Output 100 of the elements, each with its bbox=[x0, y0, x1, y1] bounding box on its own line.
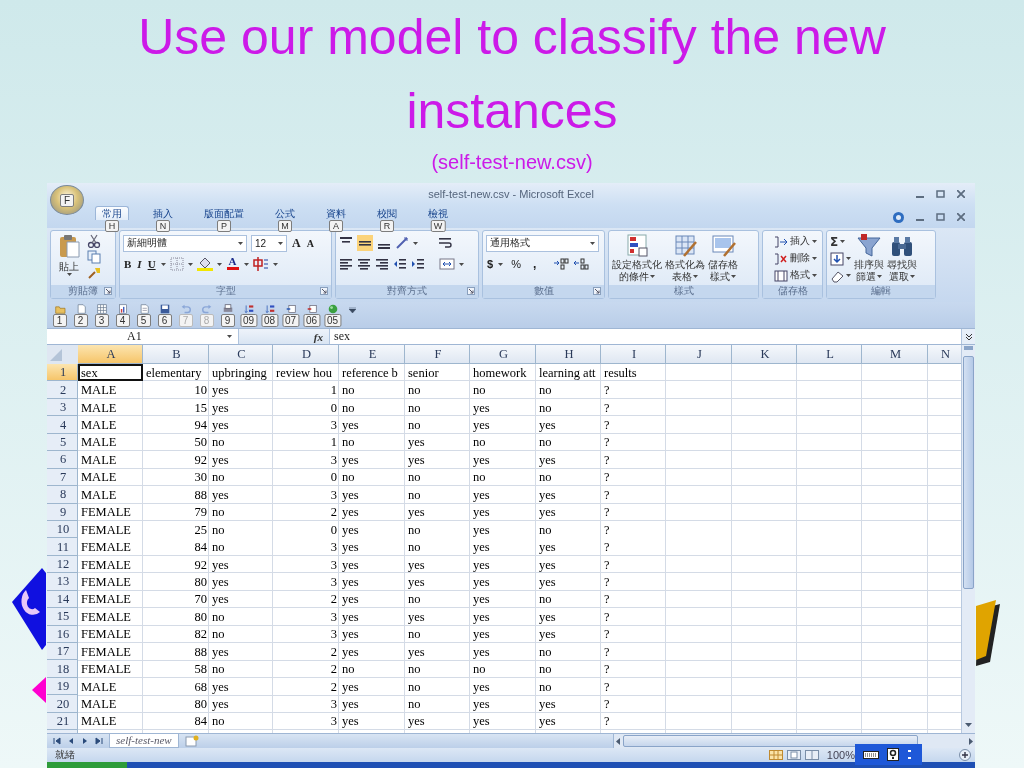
column-header[interactable]: I bbox=[601, 345, 666, 364]
merge-cells-icon[interactable] bbox=[439, 257, 455, 271]
sheet-prev-icon[interactable] bbox=[67, 737, 75, 745]
caret-icon[interactable] bbox=[227, 335, 232, 338]
increase-decimal-icon[interactable] bbox=[553, 258, 570, 270]
scissors-icon[interactable] bbox=[87, 234, 101, 248]
decrease-decimal-icon[interactable] bbox=[573, 258, 590, 270]
column-header[interactable]: M bbox=[862, 345, 928, 364]
zoom-in-icon[interactable] bbox=[959, 749, 971, 761]
caret-icon[interactable] bbox=[187, 262, 193, 266]
column-header[interactable]: C bbox=[209, 345, 273, 364]
currency-button[interactable]: $ bbox=[486, 255, 495, 273]
column-header[interactable]: L bbox=[797, 345, 862, 364]
sheet-next-icon[interactable] bbox=[81, 737, 89, 745]
input-method-toolbar[interactable] bbox=[855, 744, 922, 765]
decrease-indent-icon[interactable] bbox=[393, 257, 407, 271]
row-header[interactable]: 15 bbox=[47, 608, 78, 626]
column-header[interactable]: N bbox=[928, 345, 961, 364]
caret-icon[interactable] bbox=[413, 241, 418, 245]
horizontal-scrollbar[interactable] bbox=[613, 734, 975, 748]
scroll-left-icon[interactable] bbox=[616, 737, 620, 745]
styles-button[interactable]: 儲存格 樣式 bbox=[708, 234, 738, 285]
insert-function-button[interactable]: fx bbox=[313, 330, 323, 343]
restore-icon[interactable] bbox=[936, 213, 945, 221]
row-header[interactable]: 8 bbox=[47, 486, 78, 504]
wrap-text-icon[interactable] bbox=[438, 236, 452, 250]
expand-icon[interactable] bbox=[964, 332, 973, 341]
caret-icon[interactable] bbox=[590, 241, 595, 245]
page-break-icon[interactable] bbox=[804, 750, 819, 760]
font-name-field[interactable]: 新細明體 bbox=[123, 234, 247, 252]
sheet-tab[interactable]: self-test-new bbox=[109, 734, 179, 748]
row-header[interactable]: 6 bbox=[47, 451, 78, 469]
grow-font-button[interactable]: A bbox=[291, 234, 302, 252]
caret-icon[interactable] bbox=[812, 274, 817, 277]
caret-icon[interactable] bbox=[812, 257, 817, 260]
page-layout-icon[interactable] bbox=[786, 750, 801, 760]
close-icon[interactable] bbox=[957, 190, 965, 198]
caret-icon[interactable] bbox=[650, 275, 655, 278]
shrink-font-button[interactable]: A bbox=[305, 234, 315, 252]
caret-icon[interactable] bbox=[877, 275, 882, 278]
help-icon[interactable] bbox=[887, 748, 899, 761]
sum-button[interactable]: Σ bbox=[830, 234, 851, 249]
insert-row-icon[interactable] bbox=[284, 304, 297, 314]
column-header[interactable]: H bbox=[536, 345, 601, 364]
clipboard-icon[interactable] bbox=[58, 234, 80, 258]
fill-color-icon[interactable] bbox=[196, 257, 213, 271]
close-icon[interactable] bbox=[957, 213, 965, 221]
styles-button[interactable]: 格式化為 表格 bbox=[665, 234, 705, 285]
ribbon-tab[interactable]: 常用 bbox=[95, 206, 129, 220]
font-size-field[interactable]: 12 bbox=[251, 234, 287, 252]
row-header[interactable]: 20 bbox=[47, 695, 78, 713]
caret-icon[interactable] bbox=[846, 274, 851, 277]
column-header[interactable]: B bbox=[143, 345, 209, 364]
restore-icon[interactable] bbox=[936, 190, 945, 198]
editing-button[interactable]: 排序與 篩選 bbox=[854, 234, 884, 285]
caret-icon[interactable] bbox=[459, 262, 464, 266]
caret-icon[interactable] bbox=[278, 241, 283, 245]
keyboard-icon[interactable] bbox=[863, 750, 879, 759]
row-header[interactable]: 2 bbox=[47, 381, 78, 399]
styles-button[interactable]: 設定格式化 的條件 bbox=[612, 234, 662, 285]
cells-button[interactable]: 刪除 bbox=[774, 251, 817, 266]
chart-icon[interactable] bbox=[116, 304, 129, 314]
increase-indent-icon[interactable] bbox=[411, 257, 425, 271]
comma-button[interactable]: , bbox=[531, 255, 538, 273]
ribbon-tab[interactable]: 校閱 bbox=[370, 206, 404, 220]
brush-icon[interactable] bbox=[87, 266, 101, 280]
row-header[interactable]: 1 bbox=[47, 364, 78, 382]
sort-icon[interactable] bbox=[242, 304, 255, 314]
row-header[interactable]: 18 bbox=[47, 660, 78, 678]
sort-icon[interactable] bbox=[263, 304, 276, 314]
ribbon-tab[interactable]: 資料 bbox=[319, 206, 353, 220]
customize-icon[interactable] bbox=[349, 307, 356, 313]
dialog-launcher-icon[interactable] bbox=[320, 287, 328, 295]
row-header[interactable]: 4 bbox=[47, 416, 78, 434]
caret-icon[interactable] bbox=[846, 257, 851, 260]
caret-icon[interactable] bbox=[910, 275, 915, 278]
column-header[interactable]: E bbox=[339, 345, 405, 364]
column-header[interactable]: D bbox=[273, 345, 339, 364]
caret-icon[interactable] bbox=[238, 241, 243, 245]
column-header[interactable]: G bbox=[470, 345, 536, 364]
column-header[interactable]: J bbox=[666, 345, 732, 364]
dialog-launcher-icon[interactable] bbox=[593, 287, 601, 295]
font-color-button[interactable]: A bbox=[225, 255, 240, 273]
fill-down-icon[interactable] bbox=[830, 251, 844, 266]
row-header[interactable]: 13 bbox=[47, 573, 78, 591]
caret-icon[interactable] bbox=[216, 262, 222, 266]
caret-icon[interactable] bbox=[160, 262, 166, 266]
text-angle-icon[interactable] bbox=[395, 236, 409, 250]
caret-icon[interactable] bbox=[243, 262, 249, 266]
caret-icon[interactable] bbox=[812, 240, 817, 243]
caret-icon[interactable] bbox=[840, 240, 846, 243]
sheet-last-icon[interactable] bbox=[95, 737, 103, 745]
printer-icon[interactable] bbox=[221, 304, 234, 314]
caret-icon[interactable] bbox=[272, 262, 278, 266]
caret-icon[interactable] bbox=[731, 275, 736, 278]
column-header[interactable]: A bbox=[78, 345, 143, 364]
ribbon-tab[interactable]: 檢視 bbox=[421, 206, 455, 220]
vertical-scrollbar[interactable] bbox=[961, 345, 975, 733]
zoom-level[interactable]: 100% bbox=[826, 749, 855, 761]
save-icon[interactable] bbox=[158, 304, 171, 314]
